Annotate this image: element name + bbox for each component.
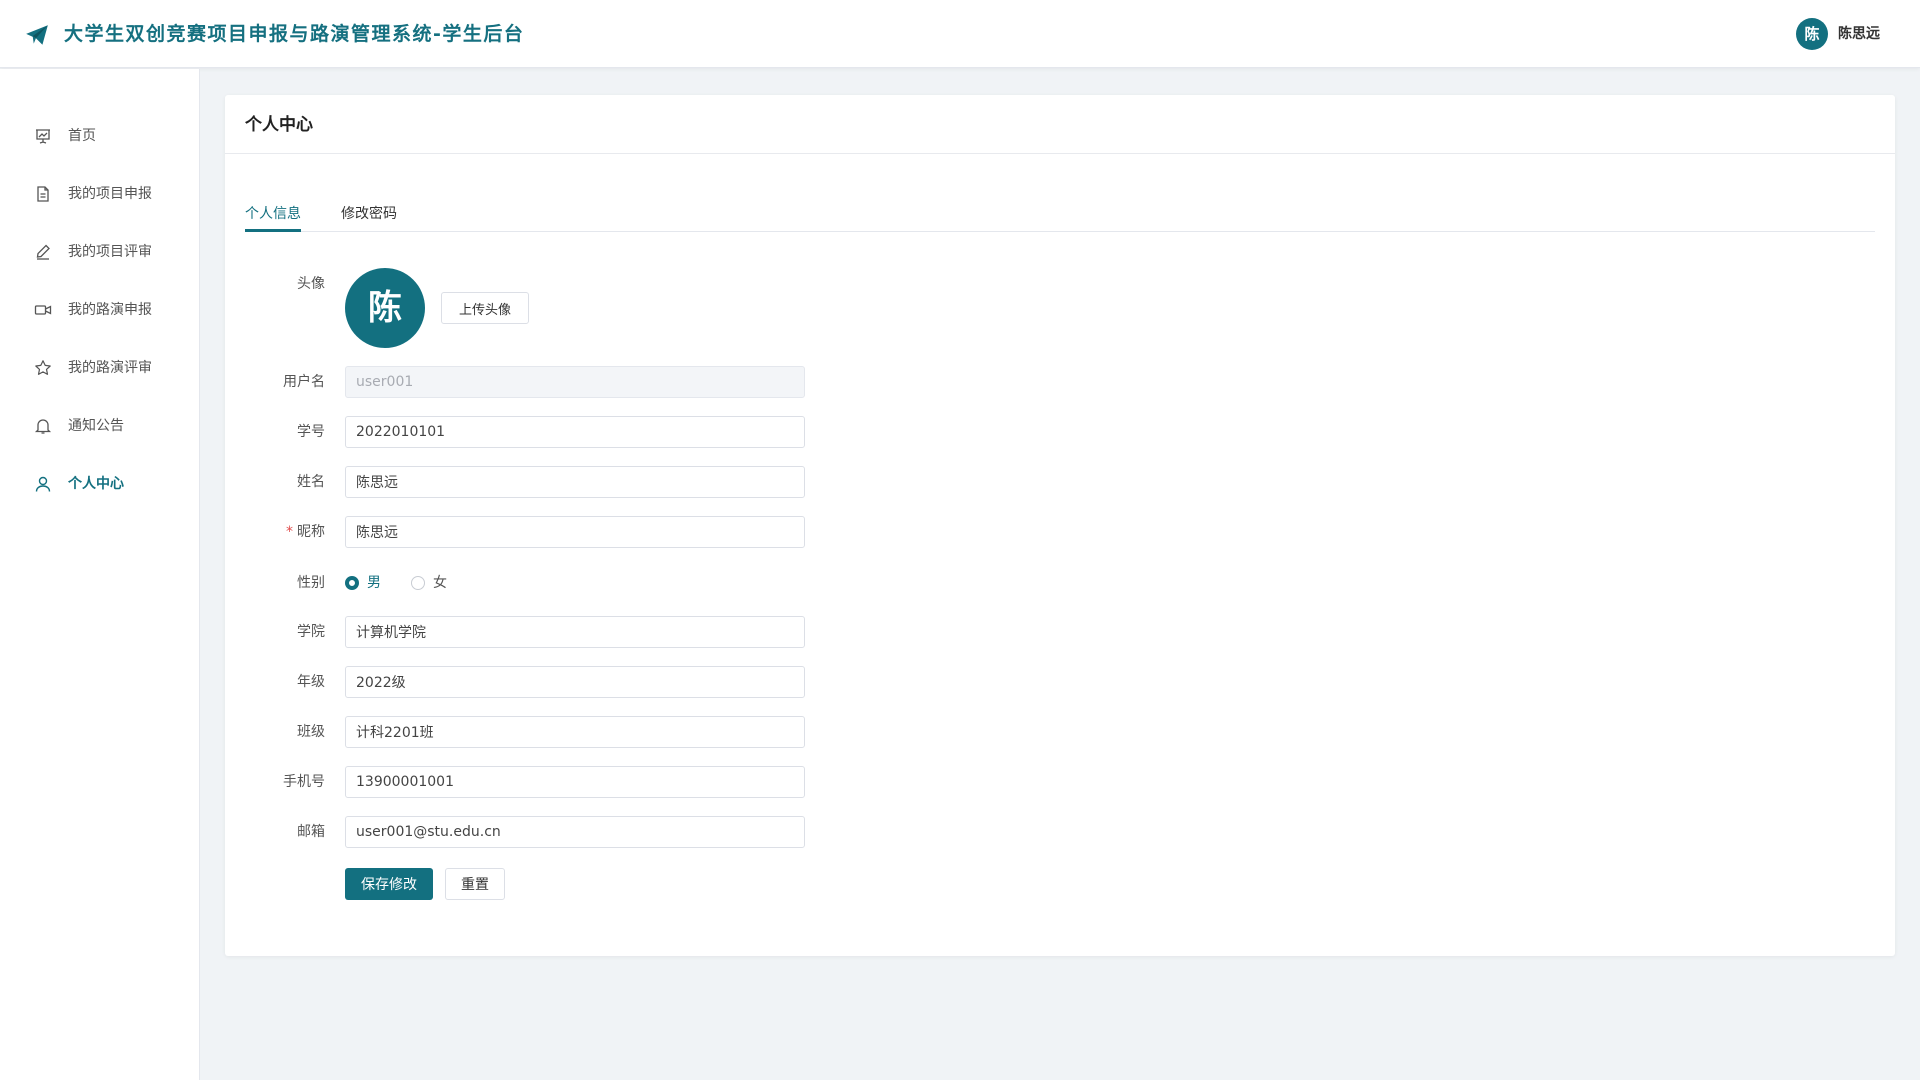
upload-avatar-button[interactable]: 上传头像 [441,292,529,324]
sidebar-item-home[interactable]: 首页 [0,116,199,156]
profile-card: 个人中心 个人信息 修改密码 头像 陈 上传头像 用户名 学号 姓名 *昵称 性… [225,95,1895,956]
username-field [345,366,805,398]
video-camera-icon [34,301,52,319]
sidebar-item-label: 首页 [68,128,96,144]
page-title: 个人中心 [245,115,313,135]
student-id-label: 学号 [297,424,325,440]
user-avatar[interactable]: 陈 [1796,18,1828,50]
sidebar-item-profile[interactable]: 个人中心 [0,464,199,504]
save-button[interactable]: 保存修改 [345,868,433,900]
avatar-label: 头像 [297,276,325,292]
gender-label: 性别 [297,575,325,591]
pen-icon [34,243,52,261]
sidebar-item-label: 通知公告 [68,418,124,434]
sidebar-item-label: 我的路演评审 [68,360,152,376]
nickname-label-text: 昵称 [297,524,325,540]
class-field[interactable] [345,716,805,748]
college-field[interactable] [345,616,805,648]
document-icon [34,185,52,203]
sidebar-item-notices[interactable]: 通知公告 [0,406,199,446]
phone-label: 手机号 [283,774,325,790]
sidebar-item-project-apply[interactable]: 我的项目申报 [0,174,199,214]
app-title: 大学生双创竞赛项目申报与路演管理系统-学生后台 [64,23,525,45]
required-mark: * [286,524,293,540]
phone-field[interactable] [345,766,805,798]
radio-label: 女 [433,575,447,591]
radio-button[interactable] [411,576,425,590]
presentation-chart-icon [34,127,52,145]
user-icon [34,475,52,493]
active-tab-indicator [245,229,301,232]
email-field[interactable] [345,816,805,848]
sidebar-item-project-review[interactable]: 我的项目评审 [0,232,199,272]
reset-button[interactable]: 重置 [445,868,505,900]
tab-profile-info[interactable]: 个人信息 [245,204,301,224]
name-field[interactable] [345,466,805,498]
card-divider [225,153,1895,154]
grade-label: 年级 [297,674,325,690]
sidebar: 首页 我的项目申报 我的项目评审 我的路演申报 我的路演评审 通知公告 个人中心 [0,69,200,1080]
radio-button[interactable] [345,576,359,590]
sidebar-item-label: 个人中心 [68,476,124,492]
tab-change-password[interactable]: 修改密码 [341,204,397,224]
sidebar-item-label: 我的项目申报 [68,186,152,202]
grade-field[interactable] [345,666,805,698]
star-icon [34,359,52,377]
username-label: 用户名 [283,374,325,390]
paper-plane-icon [24,22,50,48]
sidebar-item-roadshow-review[interactable]: 我的路演评审 [0,348,199,388]
bell-icon [34,417,52,435]
student-id-field[interactable] [345,416,805,448]
profile-avatar: 陈 [345,268,425,348]
nickname-label: * 昵称 [225,522,325,542]
user-name[interactable]: 陈思远 [1838,24,1880,44]
nickname-field[interactable] [345,516,805,548]
top-header: 大学生双创竞赛项目申报与路演管理系统-学生后台 陈 陈思远 [0,0,1920,68]
radio-label: 男 [367,575,381,591]
name-label: 姓名 [297,474,325,490]
college-label: 学院 [297,624,325,640]
sidebar-item-label: 我的路演申报 [68,302,152,318]
email-label: 邮箱 [297,824,325,840]
sidebar-item-roadshow-apply[interactable]: 我的路演申报 [0,290,199,330]
sidebar-item-label: 我的项目评审 [68,244,152,260]
class-label: 班级 [297,724,325,740]
tabs-divider [245,231,1875,232]
